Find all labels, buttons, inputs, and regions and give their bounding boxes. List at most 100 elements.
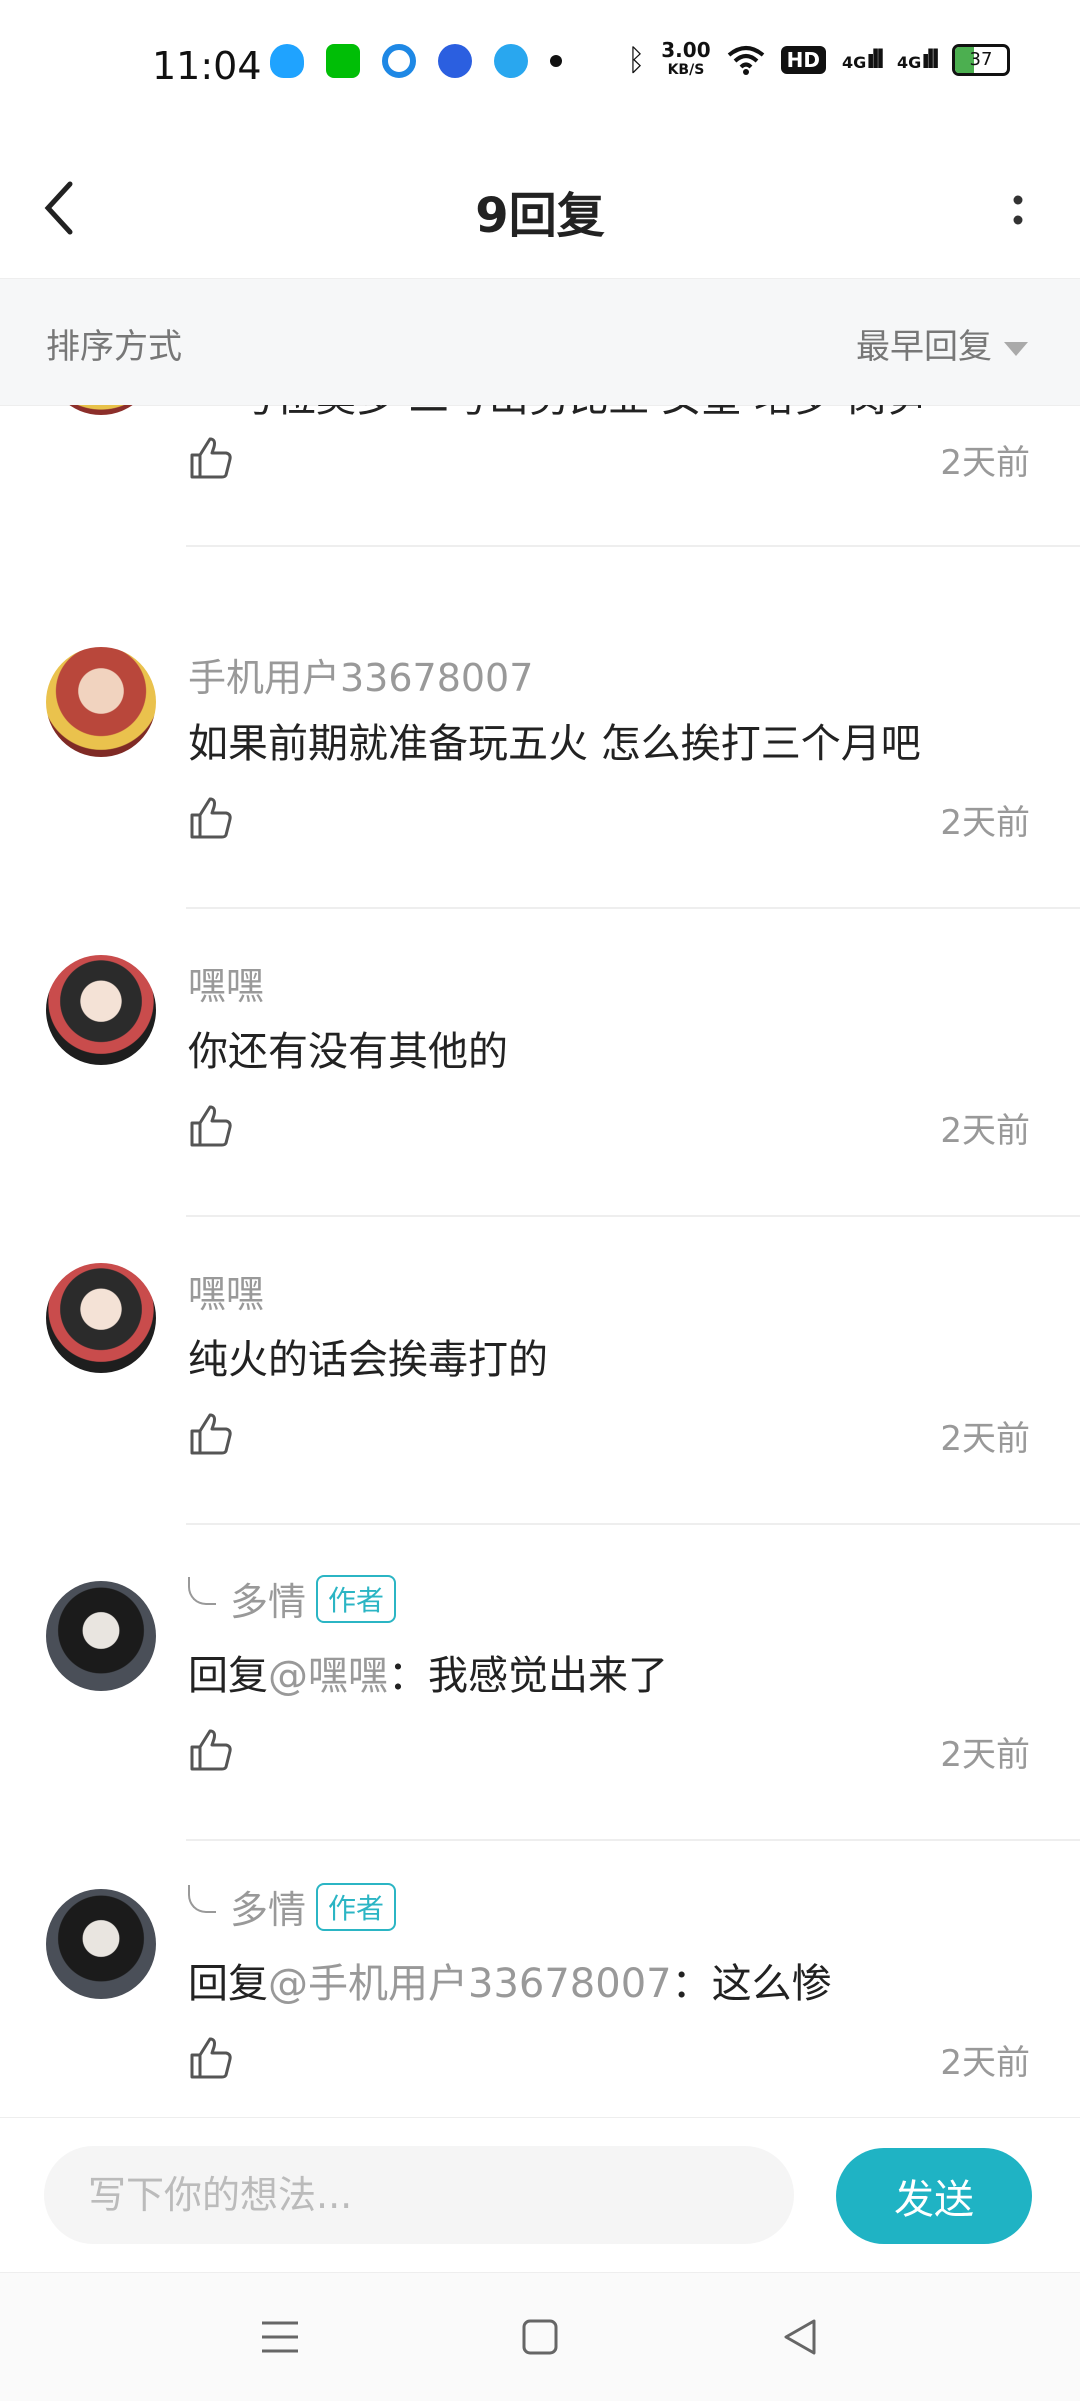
comment-text: 如果前期就准备玩五火 怎么挨打三个月吧 (188, 721, 921, 767)
send-button[interactable]: 发送 (836, 2148, 1032, 2244)
back-nav-button[interactable] (768, 2305, 832, 2369)
thumbs-up-icon[interactable] (188, 1727, 234, 1773)
username-text: 嘿嘿 (188, 964, 265, 1008)
battery-icon: 37 (952, 44, 1010, 76)
comment-content: 你还有没有其他的 (188, 1019, 508, 1077)
thumbs-up-icon[interactable] (188, 1103, 234, 1149)
home-button[interactable] (508, 2305, 572, 2369)
comment-username[interactable]: 多情 作者 (188, 1879, 397, 1934)
avatar[interactable] (46, 405, 156, 415)
comment-content: 回复@手机用户33678007：这么惨 (188, 1951, 832, 2009)
comment-username[interactable]: 嘿嘿 (188, 1263, 264, 1318)
comment-time: 2天前 (940, 443, 1030, 483)
cloud-icon (494, 44, 528, 78)
reply-prefix: 回复 (188, 1653, 268, 1699)
sort-dropdown[interactable]: 最早回复 (856, 319, 1028, 368)
qq-icon (270, 44, 304, 78)
more-vertical-icon (1013, 195, 1023, 225)
caret-down-icon (1004, 341, 1028, 356)
avatar[interactable] (46, 1581, 156, 1691)
comment-text: 一号位莫多 二号山努比亚 女皇 培罗 莴笋 (196, 405, 927, 421)
comment-list[interactable]: 一号位莫多 二号山努比亚 女皇 培罗 莴笋 2天前 手机用户33678007 如… (0, 405, 1080, 2117)
page-title: 9回复 (475, 188, 605, 244)
comment-time: 2天前 (940, 803, 1030, 843)
comment-item: 嘿嘿 你还有没有其他的 2天前 (0, 955, 1080, 1261)
reply-indicator-icon (188, 1576, 216, 1605)
comment-item: 手机用户33678007 如果前期就准备玩五火 怎么挨打三个月吧 2天前 (0, 647, 1080, 953)
status-time: 11:04 (152, 44, 262, 88)
browser-icon (382, 44, 416, 78)
net-speed-unit: KB/S (667, 62, 705, 78)
avatar[interactable] (46, 955, 156, 1065)
username-text: 多情 (230, 1580, 307, 1624)
reply-input[interactable] (44, 2146, 794, 2244)
comment-content: 回复@嘿嘿：我感觉出来了 (188, 1643, 668, 1701)
comment-item: 一号位莫多 二号山努比亚 女皇 培罗 莴笋 2天前 (0, 405, 1080, 611)
bluetooth-icon: ᛒ (627, 42, 646, 78)
username-text: 手机用户33678007 (188, 656, 534, 700)
signal-label-2: 4G (896, 53, 922, 72)
divider (186, 1839, 1080, 1841)
comment-time: 2天前 (940, 1111, 1030, 1151)
menu-icon (262, 2321, 298, 2353)
comment-content: 纯火的话会挨毒打的 (188, 1327, 548, 1385)
signal-label-1: 4G (841, 53, 867, 72)
sort-bar: 排序方式 最早回复 (0, 279, 1080, 406)
dot-icon (550, 55, 562, 67)
baidu-icon (438, 44, 472, 78)
signal-4g-icon-1: 4Gıll (841, 45, 885, 75)
top-app-bar: 9回复 (0, 140, 1080, 279)
comment-time: 2天前 (940, 2043, 1030, 2083)
username-text: 多情 (230, 1888, 307, 1932)
divider (186, 1523, 1080, 1525)
author-badge: 作者 (316, 1882, 397, 1931)
triangle-back-icon (784, 2319, 816, 2355)
net-speed-value: 3.00 (661, 38, 711, 62)
reply-indicator-icon (188, 1884, 216, 1913)
comment-text: ：这么惨 (671, 1961, 832, 2007)
status-bar: 11:04 ᛒ 3.00 KB/S HD 4Gıll 4Gıll 37 (0, 0, 1080, 140)
wifi-icon (727, 46, 764, 75)
comment-username[interactable]: 嘿嘿 (188, 955, 264, 1010)
avatar[interactable] (46, 1263, 156, 1373)
sort-selected-value: 最早回复 (856, 327, 992, 367)
menu-button[interactable] (248, 2305, 312, 2369)
thumbs-up-icon[interactable] (188, 1411, 234, 1457)
system-icons: ᛒ 3.00 KB/S HD 4Gıll 4Gıll 37 (627, 40, 1010, 80)
avatar[interactable] (46, 1889, 156, 1999)
comment-text: 你还有没有其他的 (188, 1029, 508, 1075)
comment-text: ：我感觉出来了 (388, 1653, 668, 1699)
divider (186, 1215, 1080, 1217)
reply-input-bar: 发送 (0, 2117, 1080, 2272)
mention-link[interactable]: @嘿嘿 (268, 1653, 388, 1699)
comment-username[interactable]: 多情 作者 (188, 1571, 397, 1626)
comment-text: 纯火的话会挨毒打的 (188, 1337, 548, 1383)
username-text: 嘿嘿 (188, 1272, 265, 1316)
thumbs-up-icon[interactable] (188, 2035, 234, 2081)
signal-4g-icon-2: 4Gıll (896, 45, 940, 75)
sort-label: 排序方式 (46, 327, 182, 367)
avatar[interactable] (46, 647, 156, 757)
net-speed: 3.00 KB/S (661, 40, 710, 80)
comment-time: 2天前 (940, 1735, 1030, 1775)
comment-item: 多情 作者 回复@手机用户33678007：这么惨 2天前 (0, 1879, 1080, 2117)
comment-content: 一号位莫多 二号山努比亚 女皇 培罗 莴笋 (196, 405, 927, 423)
square-icon (522, 2319, 558, 2355)
comment-content: 如果前期就准备玩五火 怎么挨打三个月吧 (188, 711, 921, 769)
hd-icon: HD (780, 46, 826, 74)
notification-icons (270, 44, 562, 78)
comment-item: 嘿嘿 纯火的话会挨毒打的 2天前 (0, 1263, 1080, 1569)
divider (186, 907, 1080, 909)
reply-prefix: 回复 (188, 1961, 268, 2007)
thumbs-up-icon[interactable] (188, 435, 234, 481)
more-options-button[interactable] (988, 170, 1048, 250)
thumbs-up-icon[interactable] (188, 795, 234, 841)
comment-item: 多情 作者 回复@嘿嘿：我感觉出来了 2天前 (0, 1571, 1080, 1877)
system-nav-bar (0, 2272, 1080, 2401)
comment-username[interactable]: 手机用户33678007 (188, 647, 533, 702)
comment-time: 2天前 (940, 1419, 1030, 1459)
author-badge: 作者 (316, 1574, 397, 1623)
mention-link[interactable]: @手机用户33678007 (268, 1961, 672, 2007)
divider (186, 545, 1080, 547)
battery-level: 37 (969, 49, 993, 70)
